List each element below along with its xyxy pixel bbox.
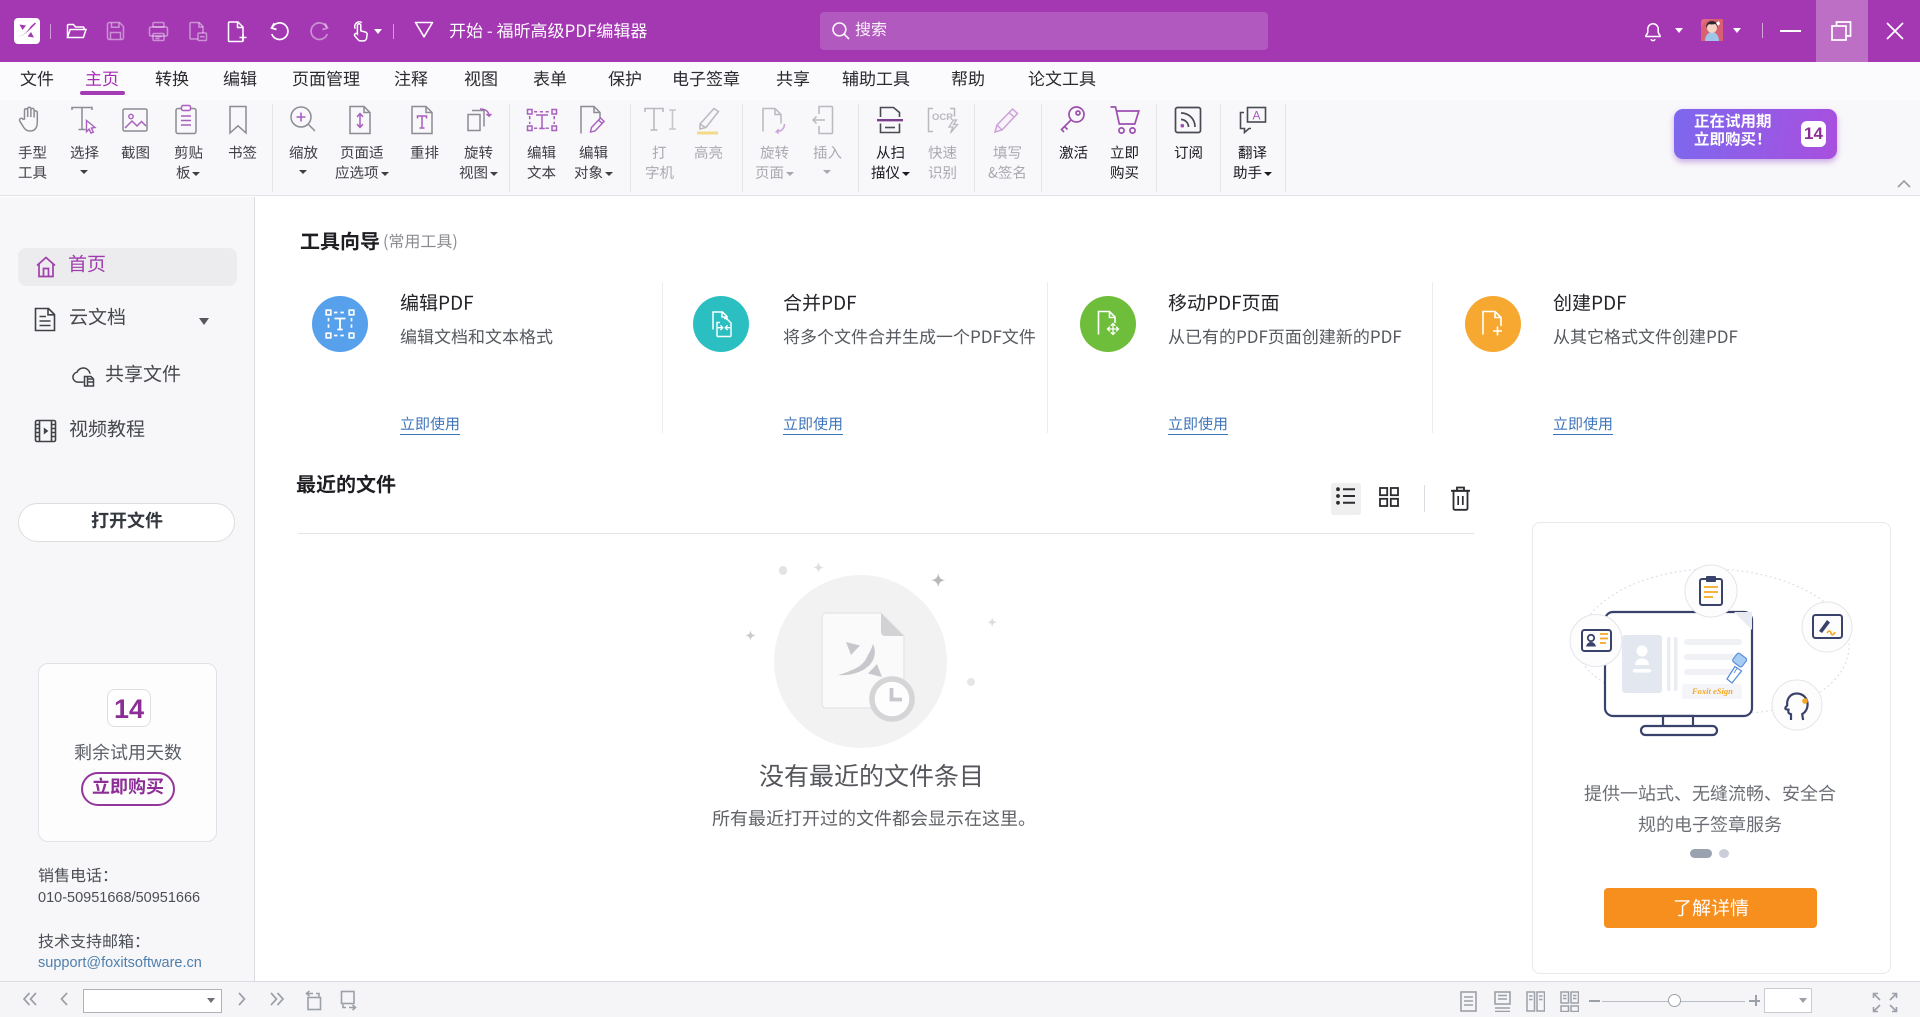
svg-text:OCR: OCR: [932, 112, 953, 123]
svg-text:Foxit eSign: Foxit eSign: [1691, 686, 1733, 696]
svg-text:A: A: [1253, 109, 1261, 123]
